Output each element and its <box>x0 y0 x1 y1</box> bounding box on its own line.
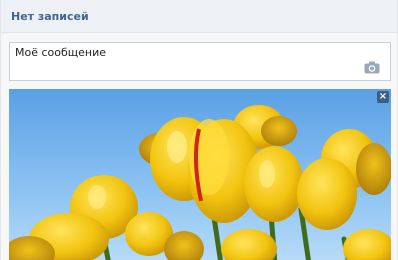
post-text[interactable]: Моё сообщение <box>15 46 106 59</box>
remove-attachment-button[interactable]: × <box>377 91 389 103</box>
close-icon: × <box>378 91 388 102</box>
tulips-image <box>9 89 391 260</box>
wall-status-label: Нет записей <box>11 9 89 23</box>
post-composer[interactable]: Моё сообщение <box>9 42 391 81</box>
camera-icon[interactable] <box>364 59 380 74</box>
wall-header: Нет записей <box>1 0 397 33</box>
wall-widget: Нет записей Моё сообщение × <box>0 0 398 260</box>
photo-attachment: × <box>9 89 391 260</box>
